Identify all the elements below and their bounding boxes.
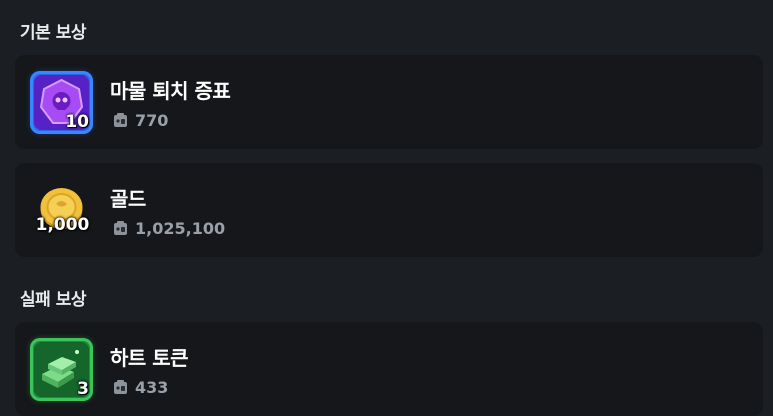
item-count: 1,000 (35, 215, 90, 235)
item-name: 골드 (110, 187, 146, 211)
item-name: 마물 퇴치 증표 (110, 79, 231, 103)
item-price: 770 (135, 111, 169, 130)
item-price: 433 (135, 378, 169, 397)
price-row: 1,025,100 (112, 219, 225, 238)
fail-rewards-title: 실패 보상 (20, 290, 86, 310)
price-row: 770 (112, 111, 168, 130)
basic-rewards-title: 기본 보상 (20, 23, 86, 43)
trade-bag-icon (114, 380, 127, 394)
trade-bag-icon (114, 113, 127, 127)
item-price: 1,025,100 (135, 219, 226, 238)
reward-card-heart-token[interactable]: 3 하트 토큰 433 (15, 322, 763, 416)
item-icon-frame: 3 (30, 338, 93, 401)
item-icon-frame: 10 (30, 71, 93, 134)
item-count: 10 (65, 112, 89, 132)
item-count: 3 (77, 379, 89, 399)
reward-card-monster-token[interactable]: 10 마물 퇴치 증표 770 (15, 55, 763, 149)
trade-bag-icon (114, 221, 127, 235)
price-row: 433 (112, 378, 168, 397)
item-name: 하트 토큰 (110, 346, 189, 370)
reward-card-gold[interactable]: 1,000 골드 1,025,100 (15, 163, 763, 257)
